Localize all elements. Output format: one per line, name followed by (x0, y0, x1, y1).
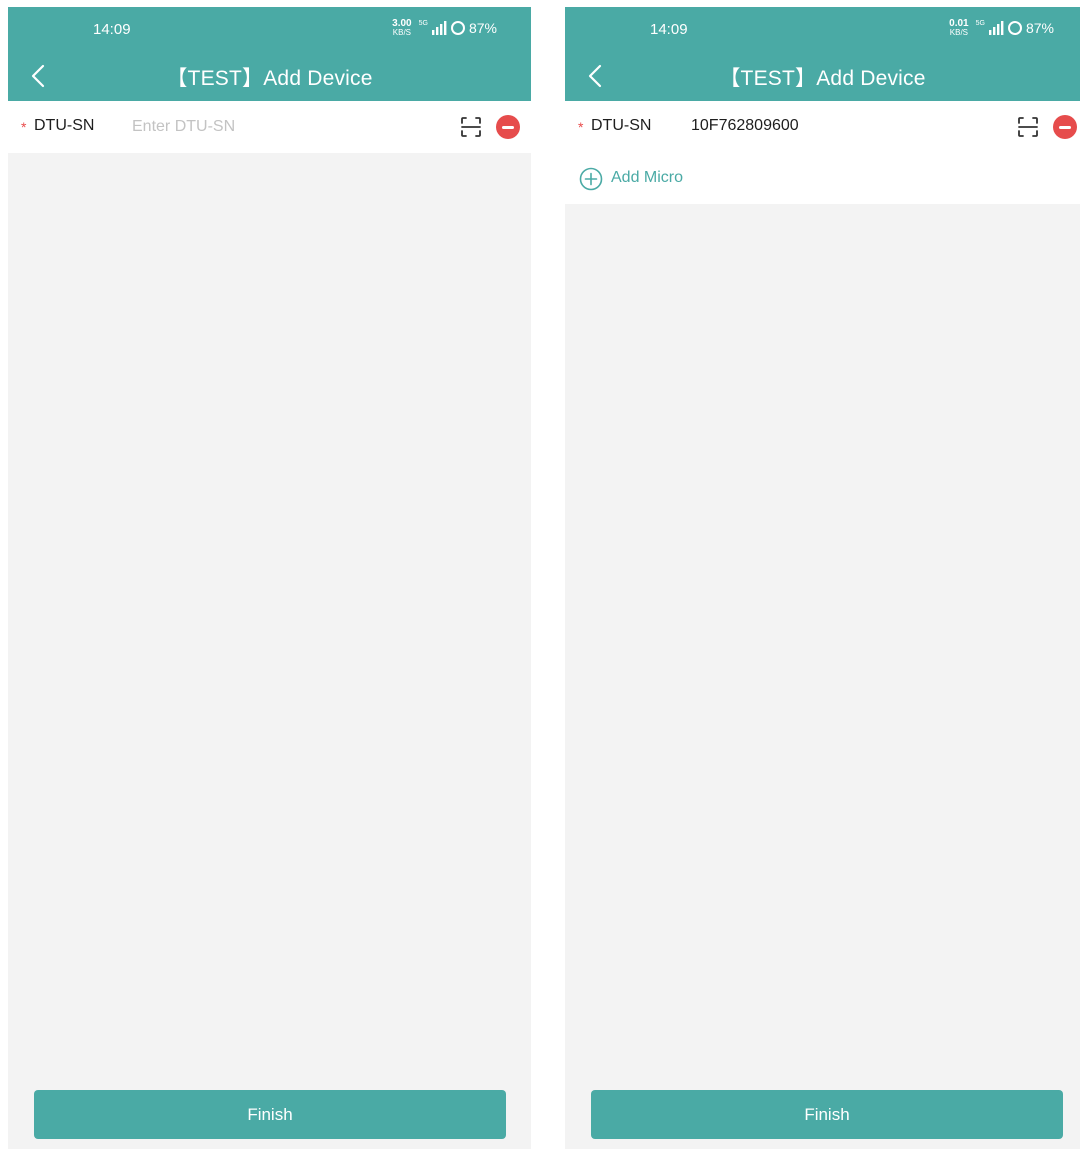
network-speed-unit: KB/S (949, 28, 968, 37)
phone-screen-filled: 14:09 0.01 KB/S 5G 87% 【TEST】Add Device … (565, 7, 1080, 1149)
page-title: 【TEST】Add Device (166, 67, 373, 90)
page-title: 【TEST】Add Device (719, 67, 926, 90)
scan-icon[interactable] (459, 115, 483, 139)
battery-ring-icon (450, 21, 465, 35)
network-speed: 0.01 KB/S (949, 19, 968, 37)
app-header: 14:09 0.01 KB/S 5G 87% 【TEST】Add Device (565, 7, 1080, 101)
add-micro-button[interactable]: Add Micro (565, 153, 1080, 204)
battery-ring-icon (1007, 21, 1022, 35)
dtu-sn-input[interactable] (132, 113, 432, 141)
signal-icon (431, 21, 447, 35)
phone-screen-empty: 14:09 3.00 KB/S 5G 87% 【TEST】Add Device … (8, 7, 531, 1149)
add-micro-label: Add Micro (611, 169, 684, 186)
required-mark: * (21, 119, 27, 135)
plus-circle-icon (579, 167, 603, 191)
battery-level: 87% (468, 20, 497, 36)
dtu-sn-row: * DTU-SN (8, 101, 531, 153)
dtu-sn-row: * DTU-SN 10F762809600 (565, 101, 1080, 153)
status-time: 14:09 (93, 21, 131, 38)
signal-icon (988, 21, 1004, 35)
status-time: 14:09 (650, 21, 688, 38)
dtu-sn-input[interactable]: 10F762809600 (691, 117, 799, 135)
status-indicators: 3.00 KB/S 5G 87% (392, 19, 497, 37)
app-header: 14:09 3.00 KB/S 5G 87% 【TEST】Add Device (8, 7, 531, 101)
dtu-sn-label: DTU-SN (34, 117, 95, 134)
required-mark: * (578, 119, 584, 135)
finish-button[interactable]: Finish (591, 1090, 1063, 1139)
battery-level: 87% (1025, 20, 1054, 36)
network-speed: 3.00 KB/S (392, 19, 411, 37)
network-type: 5G (975, 20, 985, 27)
remove-circle-icon[interactable] (496, 115, 520, 139)
finish-button[interactable]: Finish (34, 1090, 506, 1139)
scan-icon[interactable] (1016, 115, 1040, 139)
network-speed-unit: KB/S (392, 28, 411, 37)
dtu-sn-label: DTU-SN (591, 117, 652, 134)
status-indicators: 0.01 KB/S 5G 87% (949, 19, 1054, 37)
remove-circle-icon[interactable] (1053, 115, 1077, 139)
network-type: 5G (418, 20, 428, 27)
